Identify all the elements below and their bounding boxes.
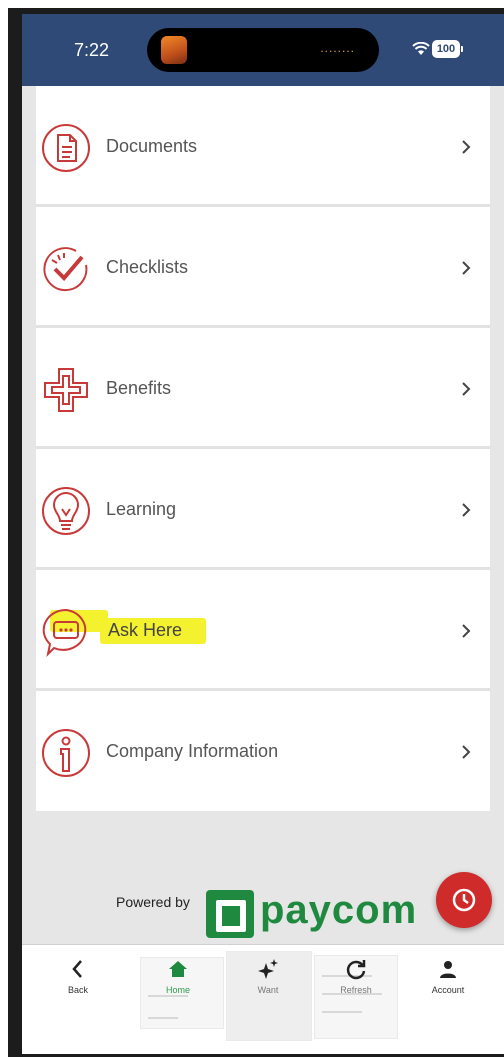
tab-want[interactable]: Want bbox=[228, 957, 308, 995]
tab-label: Want bbox=[257, 985, 279, 995]
menu-item-label: Benefits bbox=[106, 378, 172, 398]
battery-indicator: 100 bbox=[432, 40, 463, 58]
menu-item-company-information[interactable]: Company Information bbox=[36, 691, 490, 811]
benefits-cross-icon bbox=[44, 368, 88, 412]
chevron-right-icon bbox=[462, 140, 471, 154]
status-time: 7:22 bbox=[74, 40, 110, 60]
menu-item-label: Documents bbox=[106, 136, 198, 156]
home-icon bbox=[169, 961, 187, 977]
menu-item-benefits[interactable]: Benefits bbox=[36, 328, 490, 449]
app-screen: 7:22 ........ 100 Documents Checklists B… bbox=[22, 14, 504, 1054]
tab-label: Refresh bbox=[340, 985, 372, 995]
menu-item-label: Checklists bbox=[106, 257, 189, 277]
chevron-right-icon bbox=[462, 382, 471, 396]
highlighted-label: Ask Here bbox=[100, 618, 207, 644]
status-bar: 7:22 ........ 100 bbox=[22, 14, 504, 86]
clock-icon bbox=[452, 888, 476, 912]
tab-home[interactable]: Home bbox=[138, 957, 218, 995]
wifi-icon bbox=[412, 42, 430, 55]
menu-item-label: Company Information bbox=[106, 741, 279, 761]
account-icon bbox=[440, 961, 456, 978]
lightbulb-icon bbox=[42, 487, 90, 535]
tab-back[interactable]: Back bbox=[38, 957, 118, 995]
sparkle-icon bbox=[258, 959, 278, 979]
back-chevron-icon bbox=[72, 960, 82, 978]
menu-list: Documents Checklists Benefits Learning A… bbox=[36, 86, 490, 811]
menu-item-label: Learning bbox=[106, 499, 177, 519]
tab-refresh[interactable]: Refresh bbox=[316, 957, 396, 995]
clock-fab-button[interactable] bbox=[436, 872, 492, 928]
bottom-tab-bar: Back Home Want Refresh Account bbox=[22, 944, 504, 1054]
ghost-line bbox=[148, 1017, 178, 1019]
menu-item-documents[interactable]: Documents bbox=[36, 86, 490, 207]
chevron-right-icon bbox=[462, 503, 471, 517]
chevron-right-icon bbox=[462, 261, 471, 275]
tab-account[interactable]: Account bbox=[408, 957, 488, 995]
phone-frame: 7:22 ........ 100 Documents Checklists B… bbox=[8, 8, 504, 1057]
live-activity-text: ........ bbox=[320, 41, 355, 55]
tab-label: Back bbox=[67, 985, 88, 995]
ghost-line bbox=[148, 995, 188, 997]
paycom-logo-text: paycom bbox=[260, 888, 418, 932]
tab-label: Account bbox=[431, 985, 465, 995]
dynamic-island: ........ bbox=[147, 28, 379, 72]
menu-item-learning[interactable]: Learning bbox=[36, 449, 490, 570]
live-activity-app-icon bbox=[161, 36, 187, 64]
document-icon bbox=[42, 124, 90, 172]
tab-label: Home bbox=[165, 985, 190, 995]
info-icon bbox=[42, 729, 90, 777]
chevron-right-icon bbox=[462, 624, 471, 638]
menu-item-checklists[interactable]: Checklists bbox=[36, 207, 490, 328]
chat-bubble-icon bbox=[42, 608, 87, 658]
menu-item-label: Ask Here bbox=[100, 618, 207, 644]
checklist-icon bbox=[43, 247, 88, 292]
chevron-right-icon bbox=[462, 745, 471, 759]
ghost-line bbox=[322, 1011, 362, 1013]
menu-item-ask-here[interactable]: Ask Here bbox=[36, 570, 490, 691]
refresh-icon bbox=[346, 960, 366, 980]
powered-by-text: Powered by bbox=[116, 894, 190, 910]
paycom-logo-icon bbox=[206, 890, 254, 938]
